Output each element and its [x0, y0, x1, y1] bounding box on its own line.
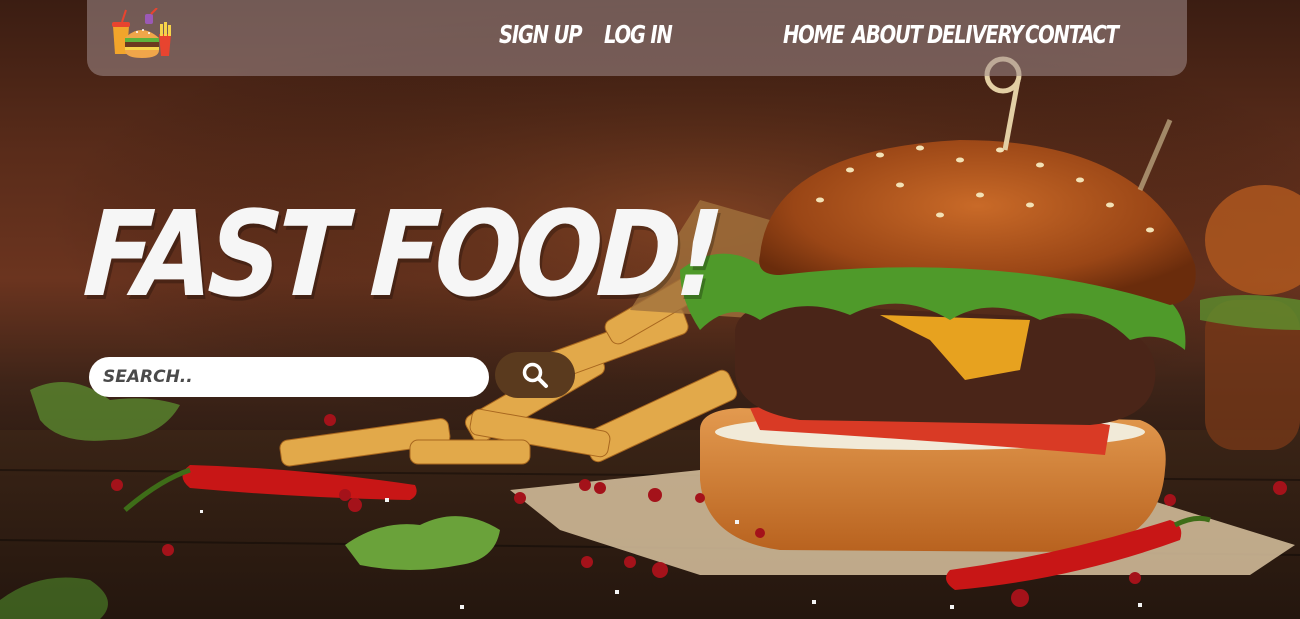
nav-sign-up-link[interactable]: SIGN UP	[499, 20, 583, 49]
nav-log-in-link[interactable]: LOG IN	[604, 20, 673, 49]
search-input[interactable]	[89, 357, 489, 397]
fast-food-logo-icon[interactable]	[109, 7, 175, 62]
nav-delivery-link[interactable]: DELIVERY	[927, 20, 1024, 49]
search-icon	[522, 362, 548, 388]
nav-contact-link[interactable]: CONTACT	[1025, 20, 1119, 49]
search-button[interactable]	[495, 352, 575, 398]
hero-section: SIGN UP LOG IN HOME ABOUT DELIVERY CONTA…	[0, 0, 1300, 619]
nav-about-link[interactable]: ABOUT	[852, 20, 923, 49]
nav-home-link[interactable]: HOME	[783, 20, 845, 49]
search-bar	[89, 357, 489, 397]
navbar: SIGN UP LOG IN HOME ABOUT DELIVERY CONTA…	[87, 0, 1187, 76]
hero-headline: FAST FOOD!	[80, 185, 722, 323]
